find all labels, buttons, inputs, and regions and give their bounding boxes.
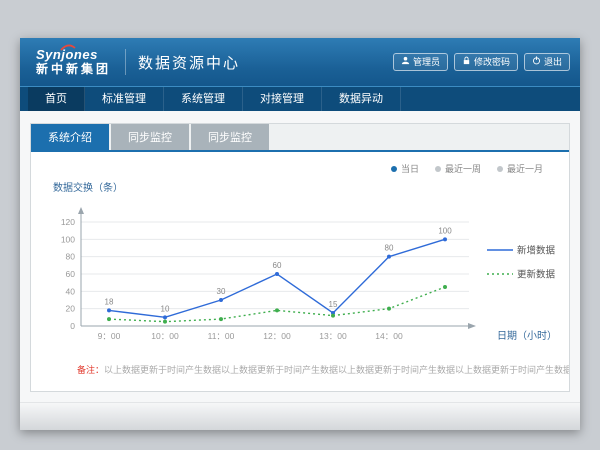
footnote: 备注：以上数据更新于时间产生数据以上数据更新于时间产生数据以上数据更新于时间产生… bbox=[31, 349, 569, 376]
svg-text:更新数据: 更新数据 bbox=[517, 269, 556, 281]
filter-last-month-label: 最近一月 bbox=[507, 162, 543, 175]
svg-text:10：00: 10：00 bbox=[151, 331, 179, 341]
chart-container: 0 20 40 60 80 100 120 9：00 10：00 11：00 12：00 13：00 1… bbox=[41, 198, 569, 349]
brand-logo: Synjones 新中新集团 bbox=[36, 48, 111, 77]
change-password-button[interactable]: 修改密码 bbox=[454, 53, 518, 71]
svg-text:40: 40 bbox=[66, 286, 76, 296]
svg-text:12：00: 12：00 bbox=[263, 331, 291, 341]
svg-text:0: 0 bbox=[70, 321, 75, 331]
window-footer bbox=[20, 402, 580, 430]
company-name: 新中新集团 bbox=[36, 63, 111, 77]
content-area: 系统介绍 同步监控 同步监控 当日 最近一周 最近一月 数据交换（条） bbox=[20, 111, 580, 402]
filter-today[interactable]: 当日 bbox=[391, 162, 419, 175]
footnote-text: 以上数据更新于时间产生数据以上数据更新于时间产生数据以上数据更新于时间产生数据以… bbox=[104, 365, 569, 375]
nav-item-data-change[interactable]: 数据异动 bbox=[322, 87, 401, 111]
power-icon bbox=[532, 56, 541, 68]
admin-button-label: 管理员 bbox=[413, 57, 440, 68]
footnote-prefix: 备注： bbox=[77, 365, 104, 375]
svg-text:11：00: 11：00 bbox=[208, 331, 235, 341]
content-panel: 系统介绍 同步监控 同步监控 当日 最近一周 最近一月 数据交换（条） bbox=[30, 123, 570, 392]
header-actions: 管理员 修改密码 退出 bbox=[393, 53, 570, 71]
svg-text:18: 18 bbox=[105, 297, 114, 306]
svg-text:10: 10 bbox=[161, 304, 170, 313]
svg-text:60: 60 bbox=[273, 261, 282, 270]
svg-text:20: 20 bbox=[66, 304, 76, 314]
tab-sync-monitor-1[interactable]: 同步监控 bbox=[111, 124, 189, 150]
legend-dot-icon bbox=[497, 166, 503, 172]
change-password-button-label: 修改密码 bbox=[474, 57, 510, 68]
legend-dot-icon bbox=[391, 166, 397, 172]
svg-text:60: 60 bbox=[66, 269, 76, 279]
nav-item-home[interactable]: 首页 bbox=[28, 87, 85, 111]
svg-text:15: 15 bbox=[329, 300, 338, 309]
svg-text:30: 30 bbox=[217, 287, 226, 296]
logout-button[interactable]: 退出 bbox=[524, 53, 570, 71]
svg-text:新增数据: 新增数据 bbox=[517, 245, 556, 257]
lock-icon bbox=[462, 56, 471, 68]
filter-last-week[interactable]: 最近一周 bbox=[435, 162, 481, 175]
tab-system-intro[interactable]: 系统介绍 bbox=[31, 124, 109, 150]
nav-item-system-mgmt[interactable]: 系统管理 bbox=[164, 87, 243, 111]
filter-last-month[interactable]: 最近一月 bbox=[497, 162, 543, 175]
app-title: 数据资源中心 bbox=[138, 52, 240, 73]
svg-text:9：00: 9：00 bbox=[98, 331, 121, 341]
svg-text:80: 80 bbox=[66, 252, 76, 262]
header-divider bbox=[125, 49, 126, 75]
main-nav: 首页 标准管理 系统管理 对接管理 数据异动 bbox=[20, 86, 580, 111]
svg-text:100: 100 bbox=[61, 234, 75, 244]
svg-text:80: 80 bbox=[385, 244, 394, 253]
svg-text:14：00: 14：00 bbox=[375, 331, 403, 341]
filter-last-week-label: 最近一周 bbox=[445, 162, 481, 175]
logo-swoosh-icon bbox=[60, 44, 76, 51]
tab-sync-monitor-2[interactable]: 同步监控 bbox=[191, 124, 269, 150]
app-header: Synjones 新中新集团 数据资源中心 管理员 修改密码 退出 bbox=[20, 38, 580, 86]
nav-item-connect-mgmt[interactable]: 对接管理 bbox=[243, 87, 322, 111]
y-axis-title: 数据交换（条） bbox=[53, 179, 569, 194]
filter-today-label: 当日 bbox=[401, 162, 419, 175]
admin-button[interactable]: 管理员 bbox=[393, 53, 448, 71]
svg-text:100: 100 bbox=[438, 226, 452, 235]
nav-item-standard-mgmt[interactable]: 标准管理 bbox=[85, 87, 164, 111]
range-filters: 当日 最近一周 最近一月 bbox=[31, 152, 569, 175]
line-chart: 0 20 40 60 80 100 120 9：00 10：00 11：00 12：00 13：00 1… bbox=[41, 198, 570, 344]
app-window: Synjones 新中新集团 数据资源中心 管理员 修改密码 退出 首页 标准管… bbox=[20, 38, 580, 430]
svg-text:日期（小时）: 日期（小时） bbox=[497, 330, 557, 342]
svg-text:120: 120 bbox=[61, 217, 75, 227]
tab-bar: 系统介绍 同步监控 同步监控 bbox=[31, 124, 569, 152]
svg-text:13：00: 13：00 bbox=[319, 331, 347, 341]
user-icon bbox=[401, 56, 410, 68]
legend-dot-icon bbox=[435, 166, 441, 172]
logout-button-label: 退出 bbox=[544, 57, 562, 68]
